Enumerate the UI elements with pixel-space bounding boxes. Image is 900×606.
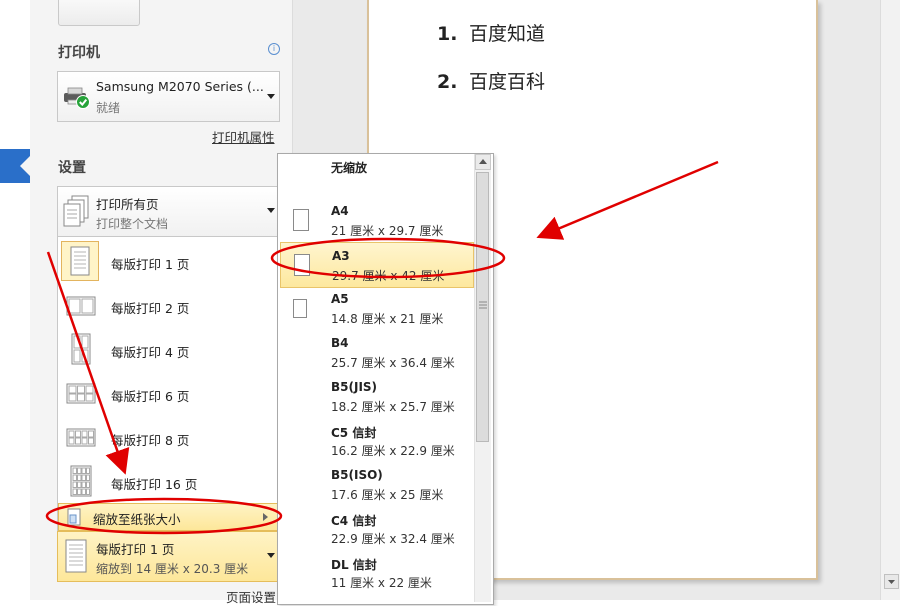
scroll-up-button[interactable] (475, 154, 491, 170)
paper-option-a3[interactable]: A3 29.7 厘米 x 42 厘米 (280, 242, 474, 288)
printer-name: Samsung M2070 Series (... (96, 79, 264, 94)
two-pages-icon (66, 296, 96, 316)
settings-section-title: 设置 (58, 160, 86, 176)
pages-per-sheet-option-16[interactable]: 每版打印 16 页 (58, 459, 279, 503)
pages-per-sheet-option-4[interactable]: 每版打印 4 页 (58, 327, 279, 371)
preview-scrollbar[interactable] (880, 0, 900, 600)
chevron-down-icon (267, 94, 275, 99)
scale-page-icon (67, 508, 81, 526)
paper-option-b5-iso[interactable]: B5(ISO) 17.6 厘米 x 25 厘米 (278, 462, 474, 506)
pages-per-sheet-label: 每版打印 1 页 (111, 257, 190, 272)
pages-stack-icon (63, 195, 89, 227)
paper-dimensions: 25.7 厘米 x 36.4 厘米 (331, 356, 455, 370)
pages-per-sheet-label: 每版打印 8 页 (111, 433, 190, 448)
chevron-down-icon (267, 553, 275, 558)
pages-per-sheet-label: 每版打印 6 页 (111, 389, 190, 404)
pages-per-sheet-subtitle: 缩放到 14 厘米 x 20.3 厘米 (96, 562, 249, 576)
paper-option-a5[interactable]: A5 14.8 厘米 x 21 厘米 (278, 286, 474, 330)
pages-per-sheet-option-6[interactable]: 每版打印 6 页 (58, 371, 279, 415)
paper-dimensions: 14.8 厘米 x 21 厘米 (331, 312, 444, 326)
paper-dimensions: 29.7 厘米 x 42 厘米 (332, 269, 445, 283)
paper-menu-scrollbar[interactable] (474, 154, 491, 602)
printer-properties-link[interactable]: 打印机属性 (212, 127, 275, 146)
page-setup-link[interactable]: 页面设置 (226, 587, 276, 606)
scroll-down-button[interactable] (884, 574, 899, 589)
paper-portrait-icon (293, 209, 309, 231)
active-tab-indicator (0, 149, 30, 183)
chevron-down-icon (267, 208, 275, 213)
print-range-dropdown[interactable]: 打印所有页 打印整个文档 (57, 186, 280, 237)
paper-dimensions: 16.2 厘米 x 22.9 厘米 (331, 444, 455, 458)
document-list-item: 1. 百度知道 (437, 19, 545, 46)
chevron-up-icon (479, 159, 487, 164)
paper-name: DL 信封 (331, 558, 377, 572)
pages-per-sheet-option-8[interactable]: 每版打印 8 页 (58, 415, 279, 459)
scale-to-paper-menu-item[interactable]: 缩放至纸张大小 (58, 503, 279, 531)
paper-dimensions: 21 厘米 x 29.7 厘米 (331, 224, 444, 238)
paper-option-c4-envelope[interactable]: C4 信封 22.9 厘米 x 32.4 厘米 (278, 506, 474, 550)
scale-to-paper-label: 缩放至纸张大小 (93, 512, 181, 527)
paper-dimensions: 22.9 厘米 x 32.4 厘米 (331, 532, 455, 546)
one-page-icon (65, 539, 87, 573)
sixteen-pages-icon (70, 465, 92, 497)
printer-section-title: 打印机 (58, 45, 100, 61)
chevron-right-icon (263, 513, 268, 521)
one-page-icon (61, 241, 99, 281)
scrollbar-thumb[interactable] (476, 172, 489, 442)
list-number: 2. (437, 71, 458, 93)
pages-per-sheet-dropdown[interactable]: 每版打印 1 页 缩放到 14 厘米 x 20.3 厘米 (57, 531, 280, 582)
printer-icon (64, 87, 90, 109)
paper-name: C5 信封 (331, 426, 377, 440)
pages-per-sheet-label: 每版打印 4 页 (111, 345, 190, 360)
print-range-subtitle: 打印整个文档 (96, 217, 169, 231)
pages-per-sheet-label: 每版打印 16 页 (111, 477, 198, 492)
list-number: 1. (437, 23, 458, 45)
chevron-down-icon (888, 580, 895, 584)
paper-name: B5(JIS) (331, 380, 378, 394)
paper-option-b4[interactable]: B4 25.7 厘米 x 36.4 厘米 (278, 330, 474, 374)
pages-per-sheet-option-1[interactable]: 每版打印 1 页 (58, 239, 279, 283)
paper-name: C4 信封 (331, 514, 377, 528)
paper-menu-header: 无缩放 (331, 161, 368, 175)
pages-per-sheet-label: 每版打印 2 页 (111, 301, 190, 316)
paper-dimensions: 11 厘米 x 22 厘米 (331, 576, 432, 590)
paper-portrait-icon (293, 299, 307, 318)
paper-name: A3 (332, 249, 350, 263)
paper-name: A5 (331, 292, 349, 306)
grip-icon (479, 301, 487, 309)
document-list-item: 2. 百度百科 (437, 67, 545, 94)
paper-size-menu: 无缩放 A4 21 厘米 x 29.7 厘米 A3 29.7 厘米 x 42 厘… (277, 153, 494, 605)
pages-per-sheet-title: 每版打印 1 页 (96, 542, 175, 557)
eight-pages-icon (66, 428, 96, 447)
printer-dropdown[interactable]: Samsung M2070 Series (... 就绪 (57, 71, 280, 122)
paper-name: B4 (331, 336, 349, 350)
paper-name: A4 (331, 204, 349, 218)
paper-name: B5(ISO) (331, 468, 383, 482)
printer-status: 就绪 (96, 101, 121, 115)
paper-option-dl-envelope[interactable]: DL 信封 11 厘米 x 22 厘米 (278, 550, 474, 594)
paper-option-c5-envelope[interactable]: C5 信封 16.2 厘米 x 22.9 厘米 (278, 418, 474, 462)
paper-dimensions: 17.6 厘米 x 25 厘米 (331, 488, 444, 502)
list-text: 百度知道 (469, 23, 546, 45)
paper-option-b5-jis[interactable]: B5(JIS) 18.2 厘米 x 25.7 厘米 (278, 374, 474, 418)
six-pages-icon (66, 383, 96, 404)
pages-per-sheet-option-2[interactable]: 每版打印 2 页 (58, 283, 279, 327)
paper-portrait-icon (294, 254, 310, 276)
print-button[interactable] (58, 0, 140, 26)
info-icon[interactable]: i (268, 43, 280, 55)
four-pages-icon (71, 333, 91, 365)
print-range-title: 打印所有页 (96, 197, 159, 212)
paper-dimensions: 18.2 厘米 x 25.7 厘米 (331, 400, 455, 414)
backstage-nav-strip (0, 0, 30, 600)
paper-option-a4[interactable]: A4 21 厘米 x 29.7 厘米 (278, 198, 474, 242)
list-text: 百度百科 (469, 71, 546, 93)
pages-per-sheet-menu: 每版打印 1 页 每版打印 2 页 每版打印 4 页 每版打印 6 页 每版打印… (57, 236, 280, 534)
